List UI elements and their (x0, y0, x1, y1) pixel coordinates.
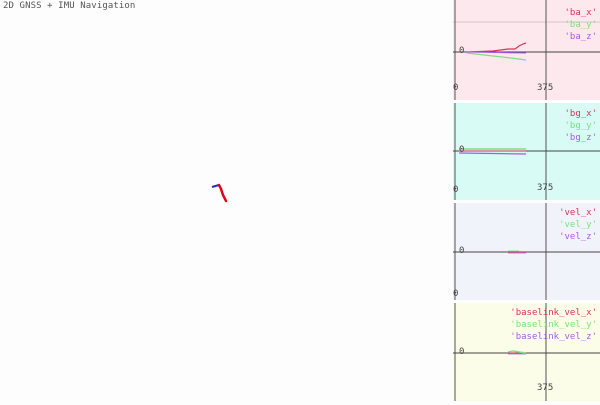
trajectory-path (217, 183, 228, 203)
legend-label-y: 'bg_y' (564, 121, 597, 131)
plot-panel-baselink[interactable]: 'baselink_vel_x' 'baselink_vel_y' 'basel… (453, 303, 600, 401)
legend-label-z: 'bg_z' (564, 133, 597, 143)
series-bg-z (458, 152, 527, 155)
y-tick-zero: 0 (459, 246, 465, 256)
legend-label-x: 'baselink_vel_x' (510, 308, 597, 318)
plot-panel-bg[interactable]: 'bg_x' 'bg_y' 'bg_z' 0 0 375 (453, 103, 600, 200)
legend-bg: 'bg_x' 'bg_y' 'bg_z' (564, 108, 597, 144)
legend-vel: 'vel_x' 'vel_y' 'vel_z' (559, 207, 597, 243)
legend-label-y: 'baselink_vel_y' (510, 320, 597, 330)
x-tick-end: 375 (537, 383, 554, 393)
y-tick-zero: 0 (459, 347, 465, 357)
legend-label-x: 'vel_x' (559, 208, 597, 218)
x-tick-start: 0 (453, 289, 459, 299)
legend-label-z: 'ba_z' (564, 32, 597, 42)
window-title: 2D GNSS + IMU Navigation (3, 1, 136, 11)
navigation-canvas[interactable] (0, 0, 453, 401)
series-ba-x (466, 42, 527, 53)
plot-column: 'ba_x' 'ba_y' 'ba_z' 0 0 375 'bg_x' 'bg_… (453, 0, 600, 401)
legend-baselink: 'baselink_vel_x' 'baselink_vel_y' 'basel… (510, 307, 597, 343)
x-tick-end: 375 (537, 183, 554, 193)
x-tick-end: 375 (537, 83, 554, 93)
legend-label-y: 'ba_y' (564, 20, 597, 30)
series-ba-y (466, 52, 527, 61)
legend-label-y: 'vel_y' (559, 220, 597, 230)
trajectory-view (211, 183, 228, 203)
plot-panel-ba[interactable]: 'ba_x' 'ba_y' 'ba_z' 0 0 375 (453, 0, 600, 100)
legend-ba: 'ba_x' 'ba_y' 'ba_z' (564, 7, 597, 43)
legend-label-x: 'bg_x' (564, 109, 597, 119)
x-tick-start: 0 (453, 83, 459, 93)
legend-label-x: 'ba_x' (564, 8, 597, 18)
legend-label-z: 'vel_z' (559, 232, 597, 242)
y-tick-zero: 0 (459, 46, 465, 56)
x-tick-start: 0 (453, 185, 459, 195)
plot-panel-vel[interactable]: 'vel_x' 'vel_y' 'vel_z' 0 0 (453, 203, 600, 300)
legend-label-z: 'baselink_vel_z' (510, 332, 597, 342)
y-tick-zero: 0 (459, 145, 465, 155)
